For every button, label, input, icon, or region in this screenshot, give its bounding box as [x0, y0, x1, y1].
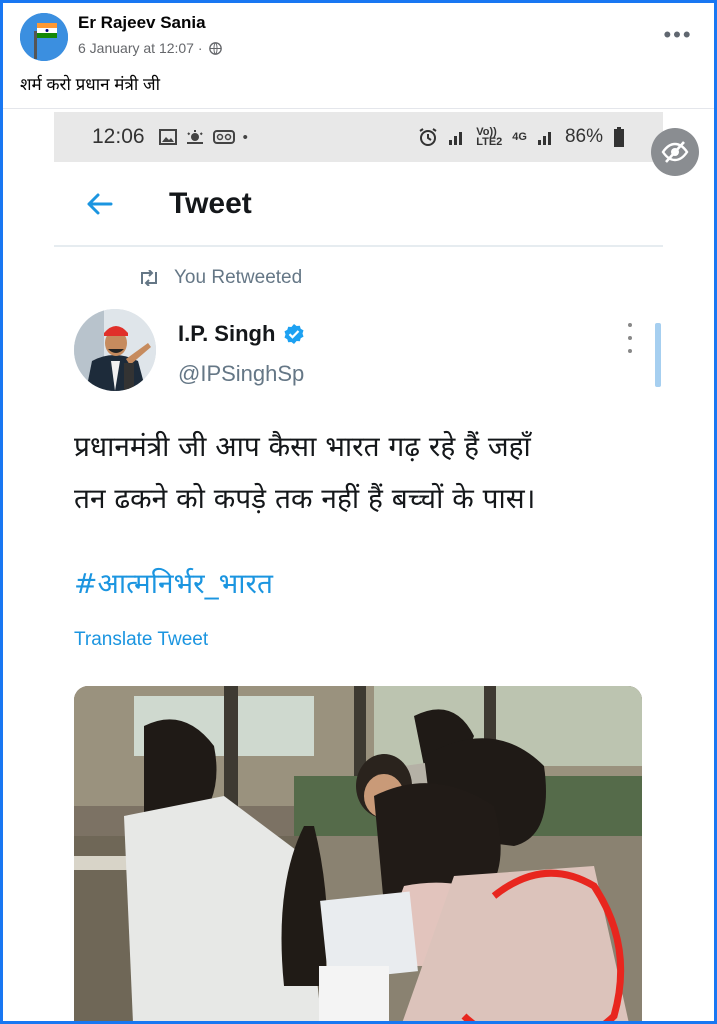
more-options-button[interactable]: ••• [663, 20, 693, 50]
tweet-header: Tweet [54, 169, 663, 247]
scroll-indicator [655, 323, 661, 387]
translate-tweet-link[interactable]: Translate Tweet [74, 629, 208, 651]
volte-indicator: Vo)) LTE2 [476, 126, 503, 148]
post-text: शर्म करो प्रधान मंत्री जी [20, 75, 160, 94]
verified-badge-icon [284, 324, 304, 344]
tweet-header-title: Tweet [169, 187, 252, 220]
tweet-author-avatar[interactable] [74, 309, 156, 391]
author-name[interactable]: Er Rajeev Sania [78, 13, 206, 33]
status-system-icons: Vo)) LTE2 4G 86% [418, 126, 625, 148]
gallery-icon [158, 129, 177, 145]
status-time: 12:06 [92, 125, 145, 148]
network-4g-indicator: 4G [512, 131, 527, 143]
weather-icon [186, 130, 203, 144]
tweet-photo[interactable] [74, 686, 642, 1024]
tweet-author-handle[interactable]: @IPSinghSp [178, 361, 304, 387]
tweet-body-line: तन ढकने को कपड़े तक नहीं हैं बच्चों के प… [74, 482, 536, 515]
shared-image[interactable]: 12:06 • Vo)) LTE2 4G 86% Tweet You Retwe… [0, 108, 717, 1024]
phone-status-bar: 12:06 • Vo)) LTE2 4G 86% [54, 112, 663, 162]
battery-icon [614, 127, 624, 147]
retweet-label: You Retweeted [174, 267, 303, 288]
back-arrow-icon[interactable] [84, 189, 114, 219]
post-date[interactable]: 6 January at 12:07 · [78, 40, 203, 56]
signal-icon-2 [537, 132, 551, 145]
author-avatar[interactable] [20, 13, 68, 61]
globe-icon [208, 41, 222, 55]
post-meta: 6 January at 12:07 · [78, 40, 222, 56]
tweet-body: प्रधानमंत्री जी आप कैसा भारत गढ़ रहे हैं… [74, 421, 654, 525]
tweet-author-name[interactable]: I.P. Singh [178, 321, 305, 347]
battery-percent: 86% [564, 126, 603, 147]
status-notification-icons: • [158, 128, 248, 146]
retweet-indicator: You Retweeted [138, 267, 302, 289]
tweet-more-options[interactable] [624, 323, 636, 353]
eye-slash-icon [661, 141, 689, 163]
tweet-author-name-text: I.P. Singh [178, 321, 276, 346]
dot-indicator: • [242, 128, 248, 146]
voicemail-icon [212, 130, 235, 144]
retweet-icon [141, 270, 157, 286]
tweet-hashtag-link[interactable]: #आत्मनिर्भर_भारत [74, 564, 273, 602]
tweet-body-line: प्रधानमंत्री जी आप कैसा भारत गढ़ रहे हैं… [74, 430, 531, 463]
signal-icon [449, 132, 463, 145]
alarm-icon [419, 128, 437, 146]
